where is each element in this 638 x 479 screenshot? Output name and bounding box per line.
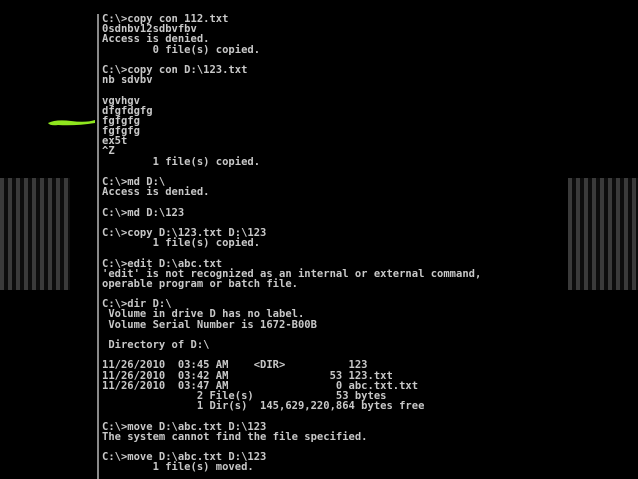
console-line: 1 Dir(s) 145,629,220,864 bytes free bbox=[102, 400, 425, 413]
console-line: 1 file(s) moved. bbox=[102, 461, 254, 474]
console-line: Directory of D:\ bbox=[102, 339, 210, 351]
console-line: C:\>copy con D:\123.txt bbox=[102, 63, 248, 76]
console-line: operable program or batch file. bbox=[102, 277, 298, 290]
console-line: The system cannot find the file specifie… bbox=[102, 430, 368, 443]
highlight-marker bbox=[48, 120, 95, 126]
console-line: dfgfdgfg bbox=[102, 104, 153, 117]
console-line: 1 file(s) copied. bbox=[102, 237, 261, 250]
console-line: C:\>md D:\123 bbox=[102, 206, 185, 219]
console-line: fgfgfg bbox=[102, 114, 140, 127]
command-prompt-window[interactable]: C:\>copy con 112.txt 0sdnbv12sdbvfbv Acces… bbox=[97, 14, 544, 479]
console-line: 0 file(s) copied. bbox=[102, 43, 261, 56]
decorative-stripes-right bbox=[568, 178, 638, 290]
decorative-stripes-left bbox=[0, 178, 70, 290]
console-line: fgfgfg bbox=[102, 125, 140, 138]
console-line: Volume Serial Number is 1672-B00B bbox=[102, 318, 317, 331]
console-line: Access is denied. bbox=[102, 186, 210, 199]
console-line: nb sdvbv bbox=[102, 74, 153, 87]
console-line: ex5t bbox=[102, 135, 128, 148]
console-line: vgvhgv bbox=[102, 94, 140, 107]
console-line: 1 file(s) copied. bbox=[102, 155, 261, 168]
